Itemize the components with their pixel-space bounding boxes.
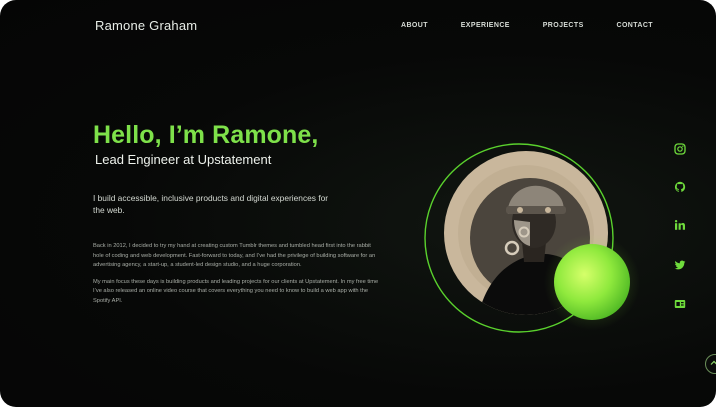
instagram-link[interactable]: [669, 140, 691, 158]
portrait-head: [512, 196, 556, 248]
hero-intro: I build accessible, inclusive products a…: [93, 193, 329, 215]
nav-contact[interactable]: CONTACT: [616, 22, 653, 29]
chevron-up-icon: [710, 360, 716, 365]
glow-halo: [544, 234, 640, 330]
nav-about[interactable]: ABOUT: [401, 22, 428, 29]
portrait-body: [478, 253, 596, 315]
portrait-inner-disc: [470, 178, 590, 298]
portrait-ring: [424, 143, 614, 333]
brand-name[interactable]: Ramone Graham: [95, 18, 197, 33]
about-paragraph-2: My main focus these days is building pro…: [93, 278, 379, 304]
nav-experience[interactable]: EXPERIENCE: [461, 22, 510, 29]
codepen-icon: [674, 300, 686, 308]
hero-role: Lead Engineer at Upstatement: [95, 152, 272, 167]
linkedin-link[interactable]: [669, 216, 691, 234]
github-link[interactable]: [669, 178, 691, 196]
nav-projects[interactable]: PROJECTS: [543, 22, 584, 29]
glow-orb: [554, 244, 630, 320]
scroll-up-button[interactable]: [705, 354, 716, 374]
twitter-icon: [674, 260, 686, 270]
twitter-link[interactable]: [669, 256, 691, 274]
instagram-icon: [674, 143, 686, 155]
linkedin-icon: [674, 220, 685, 230]
codepen-link[interactable]: [669, 295, 691, 313]
github-icon: [674, 181, 686, 192]
top-nav: ABOUT EXPERIENCE PROJECTS CONTACT: [401, 22, 653, 29]
portrait-disc: [444, 151, 608, 315]
about-text: Back in 2012, I decided to try my hand a…: [93, 242, 383, 314]
about-paragraph-1: Back in 2012, I decided to try my hand a…: [93, 243, 376, 269]
app-frame: Ramone Graham ABOUT EXPERIENCE PROJECTS …: [0, 0, 716, 407]
hero-greeting: Hello, I’m Ramone,: [93, 121, 319, 149]
